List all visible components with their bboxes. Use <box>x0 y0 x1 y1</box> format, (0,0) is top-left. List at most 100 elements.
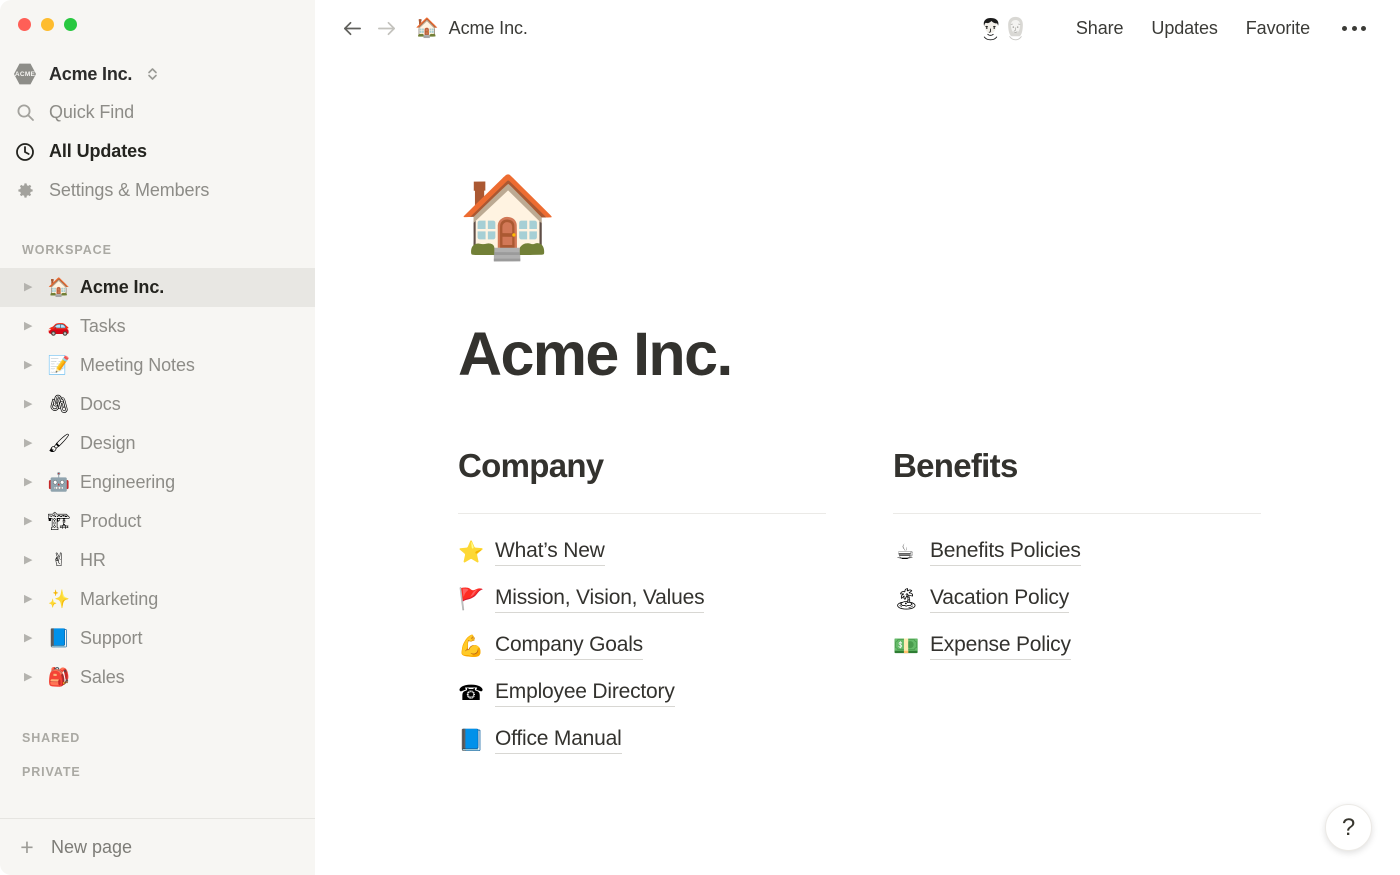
link-label: Benefits Policies <box>930 539 1081 566</box>
page-link-office-manual[interactable]: 📘 Office Manual <box>458 717 826 764</box>
page-emoji-icon: 🖌 <box>47 432 71 454</box>
page-link-employee-directory[interactable]: ☎ Employee Directory <box>458 670 826 717</box>
link-emoji-icon: 🏝 <box>893 587 920 611</box>
page-title[interactable]: Acme Inc. <box>458 319 1400 389</box>
sidebar-item-all-updates[interactable]: All Updates <box>0 132 315 171</box>
sidebar-page-design[interactable]: ▶ 🖌 Design <box>0 424 315 463</box>
sidebar-page-label: Tasks <box>80 316 126 336</box>
link-emoji-icon: ⭐ <box>458 540 485 564</box>
window-traffic-lights <box>0 0 315 31</box>
breadcrumb[interactable]: 🏠 Acme Inc. <box>415 18 528 39</box>
sidebar-page-label: HR <box>80 550 106 570</box>
expand-triangle-icon[interactable]: ▶ <box>24 672 38 683</box>
topbar: 🏠 Acme Inc. Share Updates Favorite <box>315 0 1400 57</box>
sidebar-page-label: Product <box>80 511 142 531</box>
sidebar-item-label: Quick Find <box>49 102 135 122</box>
sidebar-page-label: Design <box>80 433 136 453</box>
minimize-window-button[interactable] <box>41 18 54 31</box>
arrow-right-icon[interactable] <box>369 12 403 46</box>
link-label: What’s New <box>495 539 605 566</box>
expand-triangle-icon[interactable]: ▶ <box>24 516 38 527</box>
link-emoji-icon: ☎ <box>458 681 485 705</box>
link-emoji-icon: 💪 <box>458 634 485 658</box>
topbar-actions: Share Updates Favorite <box>972 10 1378 47</box>
gear-icon <box>14 181 36 200</box>
ellipsis-icon[interactable] <box>1324 26 1378 31</box>
link-label: Expense Policy <box>930 633 1071 660</box>
expand-triangle-icon[interactable]: ▶ <box>24 399 38 410</box>
sidebar-page-meeting-notes[interactable]: ▶ 📝 Meeting Notes <box>0 346 315 385</box>
clock-icon <box>14 142 36 162</box>
arrow-left-icon[interactable] <box>335 12 369 46</box>
link-list: ☕ Benefits Policies 🏝 Vacation Policy 💵 Expen… <box>893 529 1261 670</box>
sidebar-page-label: Docs <box>80 394 121 414</box>
expand-triangle-icon[interactable]: ▶ <box>24 633 38 644</box>
page-emoji-icon: 🏠 <box>47 276 71 298</box>
sidebar-page-engineering[interactable]: ▶ 🤖 Engineering <box>0 463 315 502</box>
section-header-workspace: WORKSPACE <box>22 243 112 257</box>
expand-triangle-icon[interactable]: ▶ <box>24 594 38 605</box>
expand-triangle-icon[interactable]: ▶ <box>24 360 38 371</box>
sidebar-page-label: Meeting Notes <box>80 355 195 375</box>
column-company: Company ⭐ What’s New 🚩 Mission, Vision, Valu… <box>458 447 826 764</box>
column-benefits: Benefits ☕ Benefits Policies 🏝 Vacation Poli… <box>893 447 1261 764</box>
sidebar-page-sales[interactable]: ▶ 🎒 Sales <box>0 658 315 697</box>
page-link-expense-policy[interactable]: 💵 Expense Policy <box>893 623 1261 670</box>
workspace-name: Acme Inc. <box>49 63 133 84</box>
page-emoji-icon: ✨ <box>47 588 71 610</box>
link-emoji-icon: 🚩 <box>458 587 485 611</box>
page-emoji-icon: 🎒 <box>47 666 71 688</box>
link-label: Company Goals <box>495 633 643 660</box>
column-divider <box>893 513 1261 514</box>
avatar-group[interactable] <box>972 10 1034 47</box>
sidebar-page-support[interactable]: ▶ 📘 Support <box>0 619 315 658</box>
breadcrumb-label: Acme Inc. <box>448 18 528 38</box>
sidebar-item-quick-find[interactable]: Quick Find <box>0 93 315 132</box>
sidebar-page-tasks[interactable]: ▶ 🚗 Tasks <box>0 307 315 346</box>
sidebar-page-acme-inc[interactable]: ▶ 🏠 Acme Inc. <box>0 268 315 307</box>
page-emoji-icon: ✌ <box>51 549 67 571</box>
new-page-label: New page <box>51 836 133 857</box>
link-emoji-icon: ☕ <box>895 540 915 564</box>
page-emoji-icon: 🖇 <box>47 393 71 415</box>
sidebar-page-product[interactable]: ▶ 🏗 Product <box>0 502 315 541</box>
link-label: Office Manual <box>495 727 622 754</box>
expand-triangle-icon[interactable]: ▶ <box>24 282 38 293</box>
avatar <box>997 10 1034 47</box>
app-window: ACME Acme Inc. Quick Find All Updates Se… <box>0 0 1400 875</box>
link-label: Mission, Vision, Values <box>495 586 705 613</box>
house-icon: 🏠 <box>415 17 439 39</box>
page-link-company-goals[interactable]: 💪 Company Goals <box>458 623 826 670</box>
expand-triangle-icon[interactable]: ▶ <box>24 438 38 449</box>
sidebar-item-label: Settings & Members <box>49 180 210 200</box>
favorite-button[interactable]: Favorite <box>1232 18 1324 39</box>
help-button[interactable]: ? <box>1325 804 1372 851</box>
workspace-switcher[interactable]: ACME Acme Inc. <box>0 55 315 93</box>
sidebar-page-marketing[interactable]: ▶ ✨ Marketing <box>0 580 315 619</box>
updates-button[interactable]: Updates <box>1137 18 1231 39</box>
share-button[interactable]: Share <box>1062 18 1138 39</box>
expand-triangle-icon[interactable]: ▶ <box>24 321 38 332</box>
main-content: 🏠 Acme Inc. Share Updates Favorite 🏠 Acm… <box>315 0 1400 875</box>
sidebar-page-label: Marketing <box>80 589 159 609</box>
page-icon-house-icon[interactable]: 🏠 <box>458 177 1400 257</box>
workspace-page-list: ▶ 🏠 Acme Inc. ▶ 🚗 Tasks ▶ 📝 Meeting Notes ▶ 🖇 Docs ▶… <box>0 268 315 697</box>
sidebar-page-hr[interactable]: ▶ ✌ HR <box>0 541 315 580</box>
sidebar-page-docs[interactable]: ▶ 🖇 Docs <box>0 385 315 424</box>
expand-triangle-icon[interactable]: ▶ <box>24 555 38 566</box>
page-link-benefits-policies[interactable]: ☕ Benefits Policies <box>893 529 1261 576</box>
search-icon <box>14 103 36 122</box>
chevron-updown-icon <box>147 67 158 81</box>
page-link-what-s-new[interactable]: ⭐ What’s New <box>458 529 826 576</box>
sidebar-item-settings-members[interactable]: Settings & Members <box>0 171 315 210</box>
new-page-button[interactable]: + New page <box>0 818 315 875</box>
sidebar-page-label: Support <box>80 628 143 648</box>
page-link-vacation-policy[interactable]: 🏝 Vacation Policy <box>893 576 1261 623</box>
expand-triangle-icon[interactable]: ▶ <box>24 477 38 488</box>
page-emoji-icon: 📘 <box>47 627 71 649</box>
close-window-button[interactable] <box>18 18 31 31</box>
page-link-mission-vision-values[interactable]: 🚩 Mission, Vision, Values <box>458 576 826 623</box>
section-header-private: PRIVATE <box>22 765 81 779</box>
maximize-window-button[interactable] <box>64 18 77 31</box>
link-emoji-icon: 💵 <box>893 634 920 658</box>
